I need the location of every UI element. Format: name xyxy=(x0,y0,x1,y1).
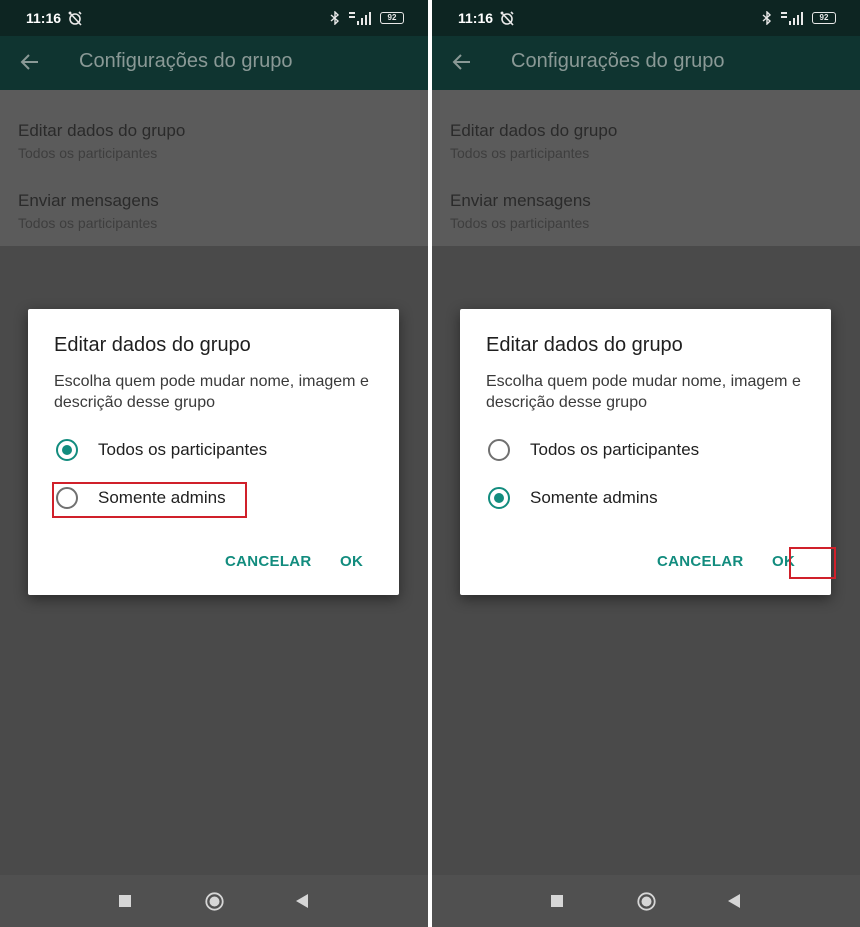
battery-icon: 92 xyxy=(812,12,836,24)
radio-button-selected[interactable] xyxy=(56,439,78,461)
back-arrow-icon[interactable] xyxy=(18,50,42,74)
edit-group-info-dialog: Editar dados do grupo Escolha quem pode … xyxy=(28,309,399,595)
dialog-title: Editar dados do grupo xyxy=(54,334,251,356)
dialog-title: Editar dados do grupo xyxy=(486,334,683,356)
radio-button-selected[interactable] xyxy=(488,487,510,509)
dialog-description: Escolha quem pode mudar nome, imagem e d… xyxy=(54,373,369,411)
back-arrow-icon[interactable] xyxy=(450,50,474,74)
setting-send-messages[interactable]: Enviar mensagens Todos os participantes xyxy=(18,191,159,231)
back-triangle-icon[interactable] xyxy=(727,893,741,909)
option-label: Somente admins xyxy=(530,488,658,507)
bluetooth-icon xyxy=(762,11,772,25)
navigation-bar xyxy=(0,875,428,927)
battery-icon: 92 xyxy=(380,12,404,24)
status-bar: 11:16 92 xyxy=(432,0,860,36)
setting-subtitle: Todos os participantes xyxy=(450,145,590,161)
status-time: 11:16 xyxy=(458,10,494,26)
option-label: Todos os participantes xyxy=(98,440,268,459)
highlight-box-only-admins xyxy=(52,482,247,518)
page-title: Configurações do grupo xyxy=(511,50,725,72)
edit-group-info-dialog: Editar dados do grupo Escolha quem pode … xyxy=(460,309,836,595)
highlight-box-ok xyxy=(789,547,836,579)
status-time: 11:16 xyxy=(26,10,62,26)
navigation-bar xyxy=(432,875,860,927)
dialog-description: Escolha quem pode mudar nome, imagem e d… xyxy=(486,373,801,411)
status-bar: 11:16 92 xyxy=(0,0,428,36)
app-bar: Configurações do grupo xyxy=(0,36,428,90)
setting-edit-group-info[interactable]: Editar dados do grupo Todos os participa… xyxy=(18,121,185,161)
setting-title: Editar dados do grupo xyxy=(450,121,618,140)
setting-title: Enviar mensagens xyxy=(450,191,591,210)
cancel-button[interactable]: CANCELAR xyxy=(225,553,312,570)
signal-icon xyxy=(349,12,371,25)
screen-right: 11:16 92 Configurações do grupo Editar d… xyxy=(432,0,860,927)
signal-icon xyxy=(781,12,803,25)
page-title: Configurações do grupo xyxy=(79,50,293,72)
back-triangle-icon[interactable] xyxy=(295,893,309,909)
setting-edit-group-info[interactable]: Editar dados do grupo Todos os participa… xyxy=(450,121,617,161)
alarm-off-icon xyxy=(68,11,82,26)
app-bar: Configurações do grupo xyxy=(432,36,860,90)
radio-button-unselected[interactable] xyxy=(488,439,510,461)
home-circle-icon[interactable] xyxy=(637,892,656,911)
cancel-button[interactable]: CANCELAR xyxy=(657,553,744,570)
setting-subtitle: Todos os participantes xyxy=(18,145,158,161)
home-circle-icon[interactable] xyxy=(205,892,224,911)
setting-send-messages[interactable]: Enviar mensagens Todos os participantes xyxy=(450,191,591,231)
settings-list: Editar dados do grupo Todos os participa… xyxy=(432,90,860,246)
alarm-off-icon xyxy=(500,11,514,26)
setting-title: Editar dados do grupo xyxy=(18,121,186,140)
screen-left: 11:16 92 Configurações do grupo Editar d… xyxy=(0,0,428,927)
recents-square-icon[interactable] xyxy=(119,895,131,907)
setting-subtitle: Todos os participantes xyxy=(18,215,158,231)
bluetooth-icon xyxy=(330,11,340,25)
setting-subtitle: Todos os participantes xyxy=(450,215,590,231)
setting-title: Enviar mensagens xyxy=(18,191,159,210)
option-label: Todos os participantes xyxy=(530,440,700,459)
settings-list: Editar dados do grupo Todos os participa… xyxy=(0,90,428,246)
recents-square-icon[interactable] xyxy=(551,895,563,907)
ok-button[interactable]: OK xyxy=(340,553,363,570)
